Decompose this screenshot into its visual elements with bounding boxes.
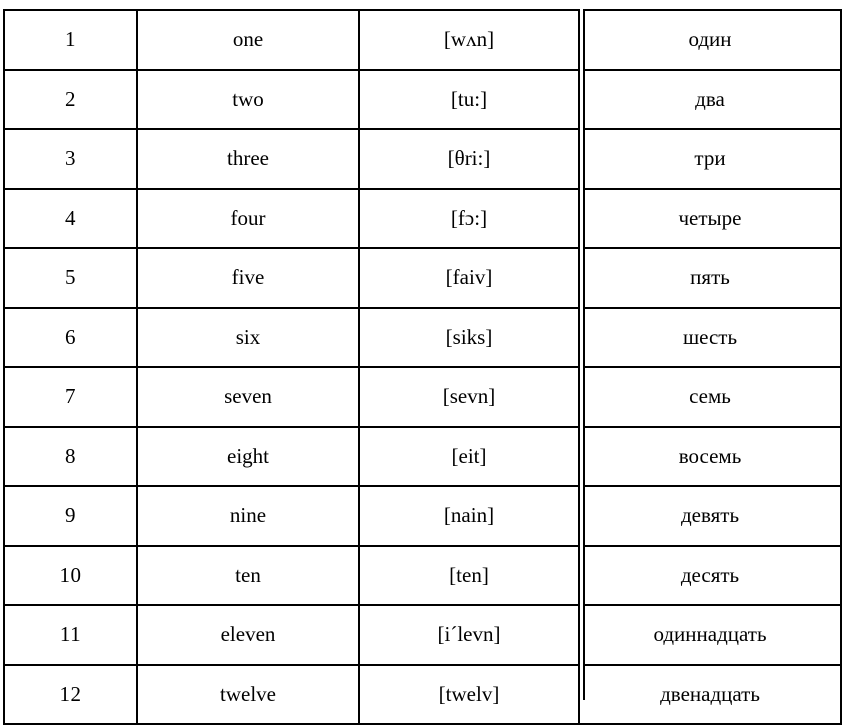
cell-index: 7 [3,366,138,428]
cell-index: 12 [3,663,138,725]
cell-index: 3 [3,128,138,190]
page: 1 one [wʌn] один 2 two [tu:] два 3 three [θri:] три… [0,0,848,725]
cell-ipa: [ten] [358,544,580,606]
cell-russian: семь [578,366,842,428]
cell-russian: два [578,68,842,130]
table-row: 12 twelve [twelv] двенадцать [3,663,842,725]
cell-index: 10 [3,544,138,606]
cell-english: four [136,187,360,249]
cell-russian: один [578,9,842,71]
table-row: 11 eleven [i´levn] одиннадцать [3,604,842,666]
cell-english: eleven [136,604,360,666]
cell-russian: пять [578,247,842,309]
table-row: 8 eight [eit] восемь [3,425,842,487]
cell-ipa: [twelv] [358,663,580,725]
table-row: 6 six [siks] шесть [3,306,842,368]
cell-english: seven [136,366,360,428]
cell-russian: десять [578,544,842,606]
cell-english: nine [136,485,360,547]
table-row: 4 four [fɔ:] четыре [3,187,842,249]
cell-english: ten [136,544,360,606]
cell-ipa: [nain] [358,485,580,547]
numerals-table-body: 1 one [wʌn] один 2 two [tu:] два 3 three [θri:] три… [3,9,842,725]
table-row: 7 seven [sevn] семь [3,366,842,428]
cell-ipa: [siks] [358,306,580,368]
cell-russian: шесть [578,306,842,368]
cell-ipa: [θri:] [358,128,580,190]
cell-english: two [136,68,360,130]
table-row: 2 two [tu:] два [3,68,842,130]
cell-ipa: [i´levn] [358,604,580,666]
cell-english: six [136,306,360,368]
cell-index: 1 [3,9,138,71]
table-row: 5 five [faiv] пять [3,247,842,309]
cell-english: five [136,247,360,309]
table-row: 1 one [wʌn] один [3,9,842,71]
cell-english: eight [136,425,360,487]
cell-english: one [136,9,360,71]
cell-russian: восемь [578,425,842,487]
table-row: 9 nine [nain] девять [3,485,842,547]
cell-ipa: [fɔ:] [358,187,580,249]
cell-russian: девять [578,485,842,547]
cell-index: 5 [3,247,138,309]
table-row: 10 ten [ten] десять [3,544,842,606]
cell-index: 6 [3,306,138,368]
cell-russian: одиннадцать [578,604,842,666]
numerals-table: 1 one [wʌn] один 2 two [tu:] два 3 three [θri:] три… [3,9,842,725]
cell-index: 2 [3,68,138,130]
cell-ipa: [sevn] [358,366,580,428]
cell-russian: три [578,128,842,190]
cell-english: twelve [136,663,360,725]
cell-index: 11 [3,604,138,666]
cell-index: 4 [3,187,138,249]
cell-ipa: [wʌn] [358,9,580,71]
cell-russian: четыре [578,187,842,249]
cell-english: three [136,128,360,190]
cell-russian: двенадцать [578,663,842,725]
cell-ipa: [tu:] [358,68,580,130]
cell-ipa: [eit] [358,425,580,487]
cell-index: 9 [3,485,138,547]
cell-ipa: [faiv] [358,247,580,309]
numerals-table-container: 1 one [wʌn] один 2 two [tu:] два 3 three [θri:] три… [3,9,842,725]
table-row: 3 three [θri:] три [3,128,842,190]
cell-index: 8 [3,425,138,487]
